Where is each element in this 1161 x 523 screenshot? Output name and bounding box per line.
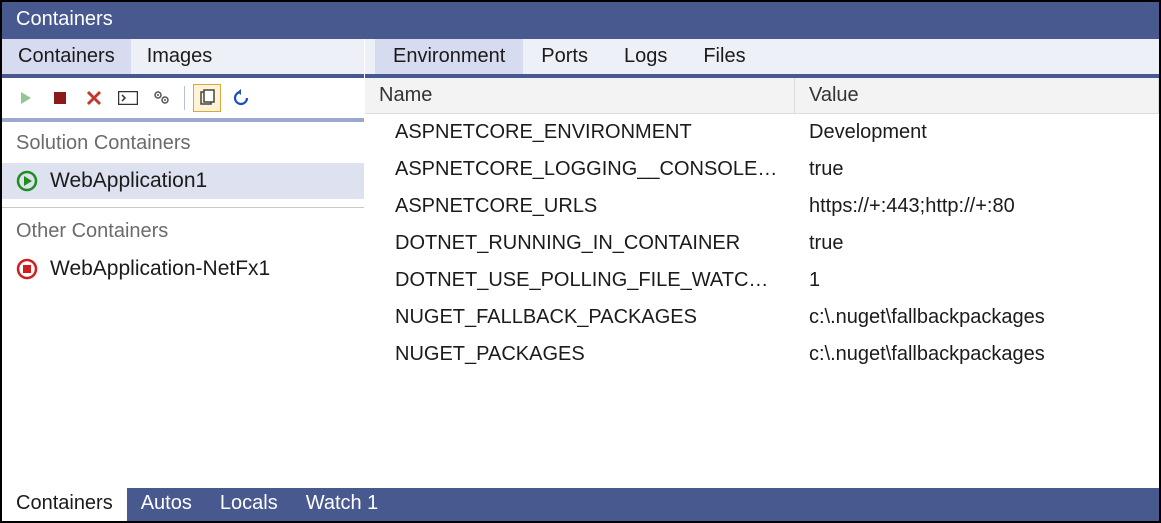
env-name-cell: ASPNETCORE_URLS (365, 192, 795, 221)
env-grid-body: ASPNETCORE_ENVIRONMENT Development ASPNE… (365, 114, 1159, 488)
env-name-cell: NUGET_PACKAGES (365, 340, 795, 369)
env-value-cell: Development (795, 118, 1159, 147)
window-title: Containers (16, 8, 113, 30)
main-body: Containers Images (2, 39, 1159, 488)
stop-button[interactable] (46, 84, 74, 112)
tool-window-tabs: Containers Autos Locals Watch 1 (2, 488, 1159, 521)
tool-tab-watch1[interactable]: Watch 1 (292, 488, 393, 521)
table-row[interactable]: NUGET_FALLBACK_PACKAGES c:\.nuget\fallba… (365, 299, 1159, 336)
table-row[interactable]: ASPNETCORE_URLS https://+:443;http://+:8… (365, 188, 1159, 225)
containers-toolbar (2, 78, 364, 122)
tool-tab-label: Locals (220, 492, 278, 514)
tab-containers-label: Containers (18, 45, 115, 67)
toolbar-separator (184, 86, 185, 110)
container-item-webapplication1[interactable]: WebApplication1 (2, 163, 364, 199)
tab-containers[interactable]: Containers (2, 39, 131, 74)
tool-tab-autos[interactable]: Autos (127, 488, 206, 521)
tab-images-label: Images (147, 45, 213, 67)
tab-files[interactable]: Files (685, 39, 763, 74)
tab-environment-label: Environment (393, 45, 505, 67)
table-row[interactable]: ASPNETCORE_ENVIRONMENT Development (365, 114, 1159, 151)
terminal-button[interactable] (114, 84, 142, 112)
tab-ports-label: Ports (541, 45, 588, 67)
env-grid-header: Name Value (365, 78, 1159, 114)
tab-ports[interactable]: Ports (523, 39, 606, 74)
column-header-value[interactable]: Value (795, 78, 1159, 113)
tool-tab-label: Containers (16, 492, 113, 514)
attach-button[interactable] (193, 84, 221, 112)
env-value-cell: 1 (795, 266, 1159, 295)
env-name-cell: NUGET_FALLBACK_PACKAGES (365, 303, 795, 332)
container-item-label: WebApplication-NetFx1 (50, 257, 270, 281)
table-row[interactable]: DOTNET_RUNNING_IN_CONTAINER true (365, 225, 1159, 262)
table-row[interactable]: NUGET_PACKAGES c:\.nuget\fallbackpackage… (365, 336, 1159, 373)
containers-panel: Containers Images (2, 39, 365, 488)
section-divider (2, 207, 364, 208)
detail-tabs: Environment Ports Logs Files (365, 39, 1159, 78)
env-value-cell: true (795, 155, 1159, 184)
remove-button[interactable] (80, 84, 108, 112)
env-name-cell: ASPNETCORE_ENVIRONMENT (365, 118, 795, 147)
tab-files-label: Files (703, 45, 745, 67)
env-name-cell: ASPNETCORE_LOGGING__CONSOLE__DISA... (365, 155, 795, 184)
tab-environment[interactable]: Environment (375, 39, 523, 74)
compose-button[interactable] (148, 84, 176, 112)
env-name-cell: DOTNET_RUNNING_IN_CONTAINER (365, 229, 795, 258)
play-circle-icon (16, 170, 38, 192)
detail-panel: Environment Ports Logs Files Name Value … (365, 39, 1159, 488)
env-value-cell: https://+:443;http://+:80 (795, 192, 1159, 221)
table-row[interactable]: ASPNETCORE_LOGGING__CONSOLE__DISA... tru… (365, 151, 1159, 188)
stop-circle-icon (16, 258, 38, 280)
refresh-button[interactable] (227, 84, 255, 112)
tool-tab-label: Autos (141, 492, 192, 514)
start-button[interactable] (12, 84, 40, 112)
window-titlebar: Containers (2, 2, 1159, 39)
tab-images[interactable]: Images (131, 39, 229, 74)
env-name-cell: DOTNET_USE_POLLING_FILE_WATCHER (365, 266, 795, 295)
solution-containers-label: Solution Containers (2, 122, 364, 163)
tab-logs-label: Logs (624, 45, 667, 67)
env-value-cell: true (795, 229, 1159, 258)
table-row[interactable]: DOTNET_USE_POLLING_FILE_WATCHER 1 (365, 262, 1159, 299)
env-value-cell: c:\.nuget\fallbackpackages (795, 340, 1159, 369)
container-item-label: WebApplication1 (50, 169, 207, 193)
tool-tab-label: Watch 1 (306, 492, 379, 514)
column-header-name[interactable]: Name (365, 78, 795, 113)
container-item-webapplication-netfx1[interactable]: WebApplication-NetFx1 (2, 251, 364, 287)
tab-logs[interactable]: Logs (606, 39, 685, 74)
tool-tab-locals[interactable]: Locals (206, 488, 292, 521)
env-value-cell: c:\.nuget\fallbackpackages (795, 303, 1159, 332)
tool-tab-containers[interactable]: Containers (2, 488, 127, 521)
other-containers-label: Other Containers (2, 210, 364, 251)
containers-panel-tabs: Containers Images (2, 39, 364, 78)
containers-list: Solution Containers WebApplication1 Othe… (2, 122, 364, 488)
